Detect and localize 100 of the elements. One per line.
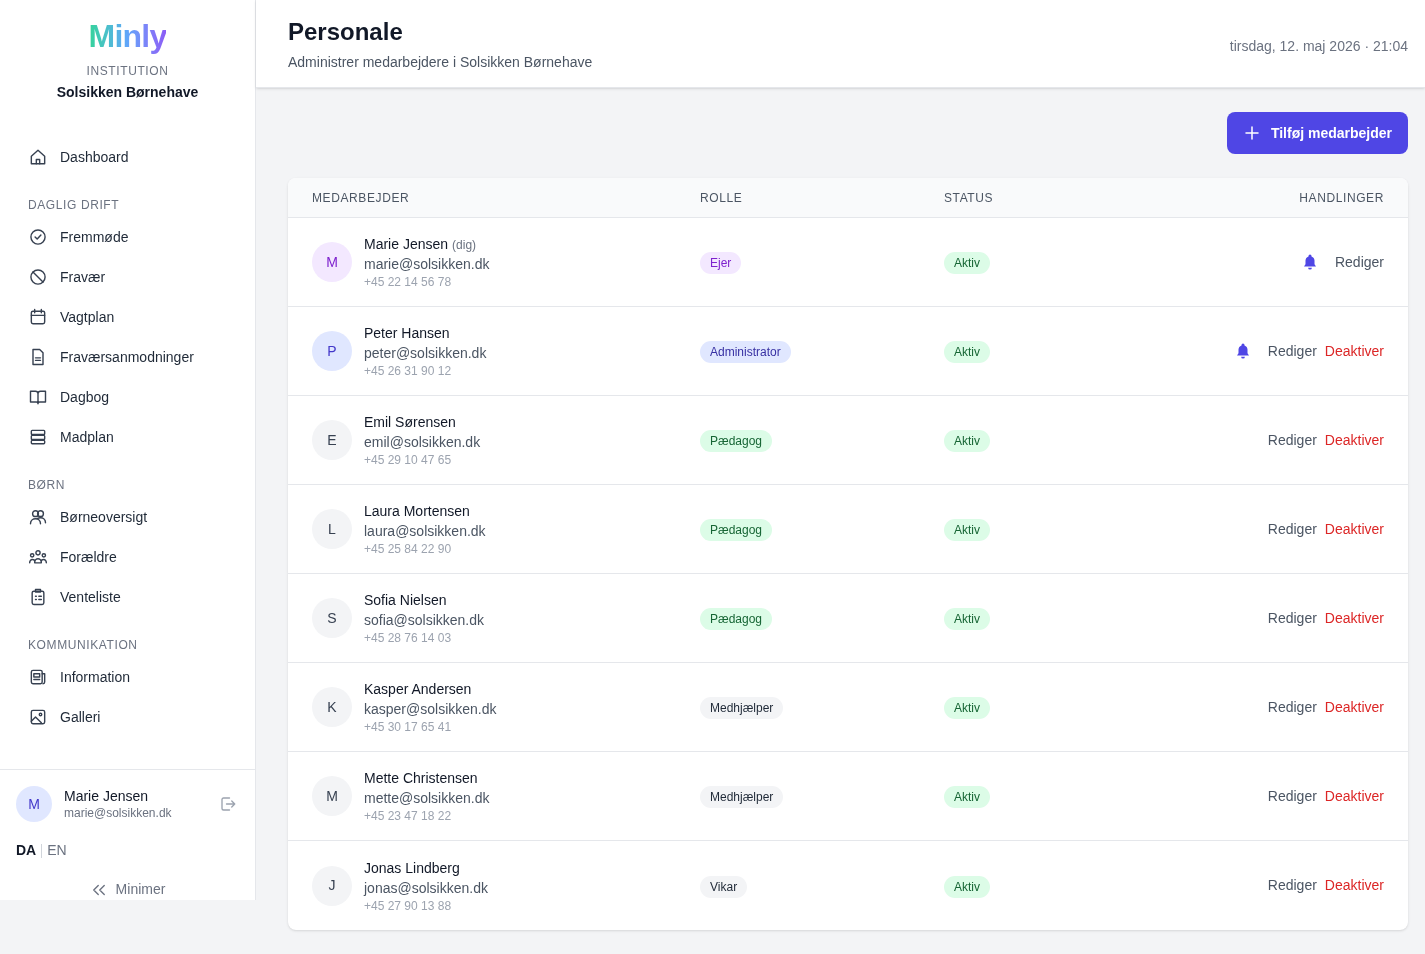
home-icon xyxy=(28,147,48,167)
status-badge: Aktiv xyxy=(944,608,990,630)
user-email: marie@solsikken.dk xyxy=(64,805,173,821)
page-title: Personale xyxy=(288,17,404,47)
employee-name: Kasper Andersen xyxy=(364,680,472,699)
employee-email: laura@solsikken.dk xyxy=(364,522,486,541)
edit-link[interactable]: Rediger xyxy=(1267,607,1317,629)
sidebar-item[interactable]: Dagbog xyxy=(16,377,239,417)
role-badge: Medhjælper xyxy=(700,697,784,719)
clipboard-icon xyxy=(28,587,48,607)
language-option[interactable]: DA xyxy=(16,840,37,861)
employee-email: marie@solsikken.dk xyxy=(364,255,490,274)
deactivate-link[interactable]: Deaktiver xyxy=(1324,696,1384,718)
role-badge: Pædagog xyxy=(700,608,773,630)
status-badge: Aktiv xyxy=(944,519,990,541)
avatar: E xyxy=(312,420,352,460)
sidebar-item[interactable]: Vagtplan xyxy=(16,297,239,337)
edit-link[interactable]: Rediger xyxy=(1334,251,1384,273)
sidebar-item[interactable]: Dashboard xyxy=(16,137,239,177)
employee-email: kasper@solsikken.dk xyxy=(364,700,497,719)
employee-email: jonas@solsikken.dk xyxy=(364,878,488,898)
ban-icon xyxy=(28,267,48,287)
employee-name: Marie Jensen xyxy=(364,235,449,254)
employee-name: Laura Mortensen xyxy=(364,502,470,521)
role-badge: Medhjælper xyxy=(700,786,784,808)
sidebar-item[interactable]: Venteliste xyxy=(16,577,239,617)
edit-link[interactable]: Rediger xyxy=(1267,875,1317,896)
sidebar-item[interactable]: Madplan xyxy=(16,417,239,457)
status-badge: Aktiv xyxy=(944,875,990,898)
edit-link[interactable]: Rediger xyxy=(1267,785,1317,807)
institution-label: INSTITUTION xyxy=(86,63,169,80)
role-badge: Ejer xyxy=(700,252,742,274)
employee-phone: +45 30 17 65 41 xyxy=(364,719,453,735)
employee-phone: +45 28 76 14 03 xyxy=(364,630,453,646)
column-header: ROLLE xyxy=(700,189,744,207)
employee-phone: +45 26 31 90 12 xyxy=(364,363,453,379)
group-icon xyxy=(28,547,48,567)
you-note: (dig) xyxy=(452,237,477,254)
edit-link[interactable]: Rediger xyxy=(1267,518,1317,540)
deactivate-link[interactable]: Deaktiver xyxy=(1324,785,1384,807)
column-header: HANDLINGER xyxy=(1299,189,1384,207)
check-icon xyxy=(28,227,48,247)
employee-email: peter@solsikken.dk xyxy=(364,344,487,363)
column-header: STATUS xyxy=(944,189,995,207)
date-time: tirsdag, 12. maj 2026 · 21:04 xyxy=(1229,37,1408,56)
role-badge: Pædagog xyxy=(700,519,773,541)
employee-email: mette@solsikken.dk xyxy=(364,789,490,808)
employee-name: Mette Christensen xyxy=(364,769,478,788)
user-name: Marie Jensen xyxy=(64,787,150,805)
page-subtitle: Administrer medarbejdere i Solsikken Børnehave xyxy=(288,53,593,72)
deactivate-link[interactable]: Deaktiver xyxy=(1324,607,1384,629)
deactivate-link[interactable]: Deaktiver xyxy=(1324,518,1384,540)
sidebar-item[interactable]: Forældre xyxy=(16,537,239,577)
column-header: MEDARBEJDER xyxy=(312,189,411,207)
plus-icon xyxy=(1242,124,1261,142)
avatar: L xyxy=(312,509,352,549)
sidebar-item[interactable]: Børneoversigt xyxy=(16,497,239,537)
employee-phone: +45 22 14 56 78 xyxy=(364,274,453,290)
status-badge: Aktiv xyxy=(944,430,990,452)
edit-link[interactable]: Rediger xyxy=(1267,429,1317,451)
role-badge: Administrator xyxy=(700,341,791,363)
edit-link[interactable]: Rediger xyxy=(1267,340,1317,362)
section-heading: KOMMUNIKATION xyxy=(27,637,139,654)
minimize-button[interactable]: Minimer xyxy=(16,879,239,900)
role-badge: Vikar xyxy=(700,875,748,898)
image-icon xyxy=(28,707,48,727)
avatar: M xyxy=(312,776,352,816)
sidebar-item[interactable]: Information xyxy=(16,657,239,697)
status-badge: Aktiv xyxy=(944,697,990,719)
deactivate-link[interactable]: Deaktiver xyxy=(1324,429,1384,451)
status-badge: Aktiv xyxy=(944,252,990,274)
employee-email: emil@solsikken.dk xyxy=(364,433,481,452)
institution-name: Solsikken Børnehave xyxy=(56,83,199,102)
sidebar-item[interactable]: Fraværsanmodninger xyxy=(16,337,239,377)
avatar: K xyxy=(312,687,352,727)
sidebar-item[interactable]: Galleri xyxy=(16,697,239,737)
language-option[interactable]: EN xyxy=(47,840,67,861)
employee-email: sofia@solsikken.dk xyxy=(364,611,485,630)
sidebar-item[interactable]: Fremmøde xyxy=(16,217,239,257)
employee-name: Emil Sørensen xyxy=(364,413,456,432)
employee-phone: +45 25 84 22 90 xyxy=(364,541,453,557)
user-avatar: M xyxy=(16,786,52,822)
section-heading: DAGLIG DRIFT xyxy=(27,197,121,214)
deactivate-link[interactable]: Deaktiver xyxy=(1324,340,1384,362)
stack-icon xyxy=(28,427,48,447)
edit-link[interactable]: Rediger xyxy=(1267,696,1317,718)
employee-phone: +45 29 10 47 65 xyxy=(364,452,453,468)
news-icon xyxy=(28,667,48,687)
employee-phone: +45 23 47 18 22 xyxy=(364,808,453,824)
role-badge: Pædagog xyxy=(700,430,773,452)
employee-name: Peter Hansen xyxy=(364,324,450,343)
status-badge: Aktiv xyxy=(944,341,990,363)
deactivate-link[interactable]: Deaktiver xyxy=(1324,875,1384,896)
book-icon xyxy=(28,387,48,407)
avatar: P xyxy=(312,331,352,371)
calendar-icon xyxy=(28,307,48,327)
add-employee-button[interactable]: Tilføj medarbejder xyxy=(1226,112,1408,154)
sidebar-item[interactable]: Fravær xyxy=(16,257,239,297)
avatar: M xyxy=(312,242,352,282)
section-heading: BØRN xyxy=(27,477,67,494)
